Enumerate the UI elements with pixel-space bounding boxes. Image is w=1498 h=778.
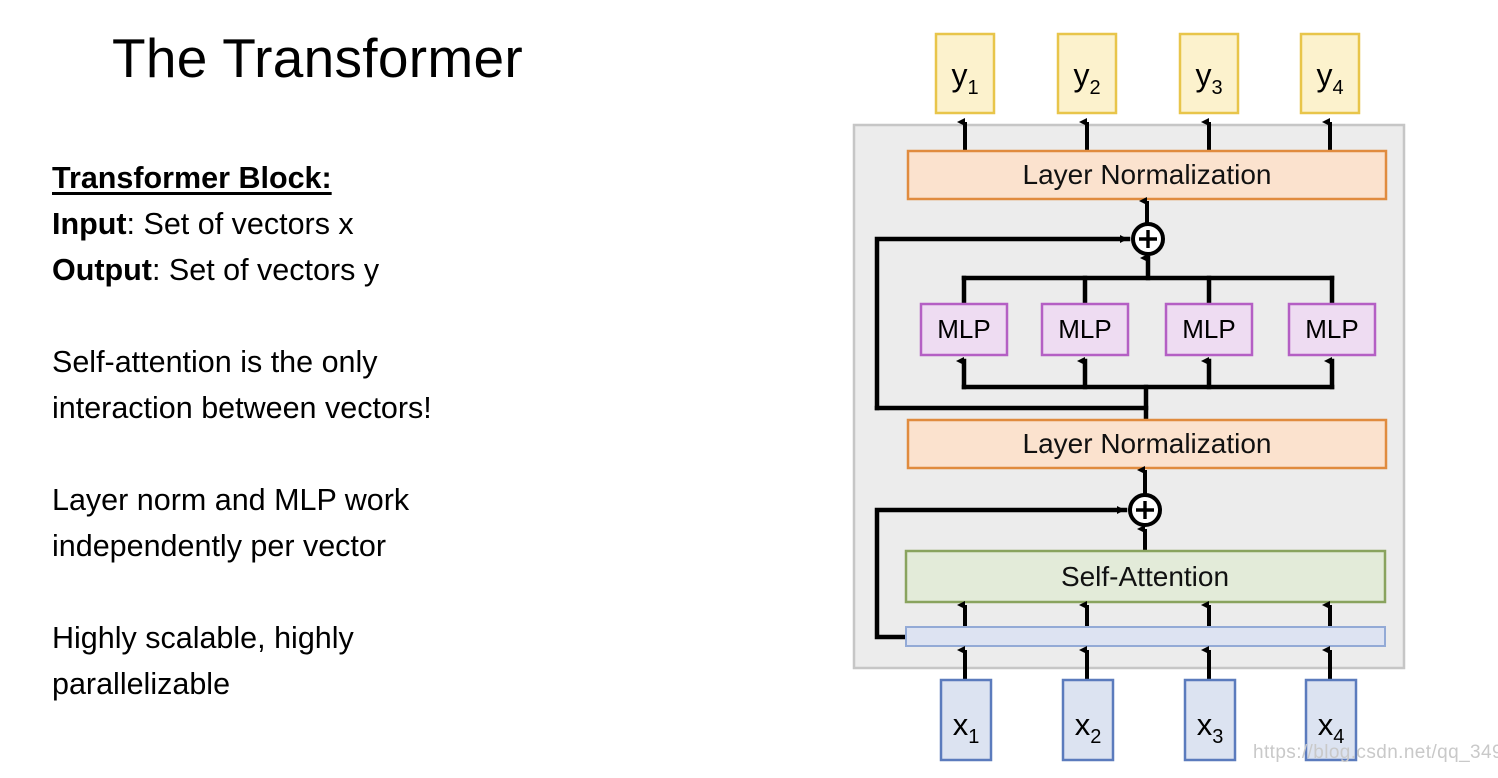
output-label: Output [52, 253, 152, 287]
mlp-label-3: MLP [1182, 314, 1235, 344]
slide-body-text: Transformer Block: Input: Set of vectors… [52, 155, 812, 707]
mlp-label-1: MLP [937, 314, 990, 344]
mlp-box-1: MLP [919, 302, 1009, 357]
bullet-scalable-line1: Highly scalable, highly [52, 621, 354, 655]
bullet-layernorm-line2: independently per vector [52, 529, 387, 563]
transformer-block-heading: Transformer Block: [52, 161, 332, 195]
bullet-selfattention-line1: Self-attention is the only [52, 345, 378, 379]
mlp-box-4: MLP [1287, 302, 1377, 357]
bullet-layernorm-line1: Layer norm and MLP work [52, 483, 410, 517]
transformer-block-heading-line: Transformer Block: [52, 155, 812, 201]
self-attention-label: Self-Attention [1061, 561, 1229, 592]
add-node-bottom [1128, 493, 1162, 527]
input-line: Input: Set of vectors x [52, 201, 812, 247]
input-embedding-bar [905, 626, 1386, 647]
page-title: The Transformer [112, 27, 524, 89]
mlp-box-2: MLP [1040, 302, 1130, 357]
bullet-scalable-line2: parallelizable [52, 667, 231, 701]
output-line: Output: Set of vectors y [52, 247, 812, 293]
input-label: Input [52, 207, 127, 241]
mlp-label-4: MLP [1305, 314, 1358, 344]
layer-normalization-bottom-label: Layer Normalization [1023, 428, 1272, 459]
mlp-label-2: MLP [1058, 314, 1111, 344]
bullet-selfattention-line2: interaction between vectors! [52, 391, 432, 425]
add-node-top [1131, 222, 1165, 256]
layer-normalization-top: Layer Normalization [906, 149, 1388, 201]
watermark: https://blog.csdn.net/qq_34929889 [1253, 742, 1498, 763]
input-value: : Set of vectors x [126, 207, 354, 241]
layer-normalization-top-label: Layer Normalization [1023, 159, 1272, 190]
output-value: : Set of vectors y [151, 253, 380, 287]
slide-text-panel: The Transformer Transformer Block: Input… [0, 0, 840, 778]
transformer-block-diagram: y1 y2 y3 y4 Layer Normalization MLP MLP … [840, 0, 1498, 778]
layer-normalization-bottom: Layer Normalization [906, 418, 1388, 470]
mlp-box-3: MLP [1164, 302, 1254, 357]
self-attention-block: Self-Attention [904, 549, 1387, 604]
